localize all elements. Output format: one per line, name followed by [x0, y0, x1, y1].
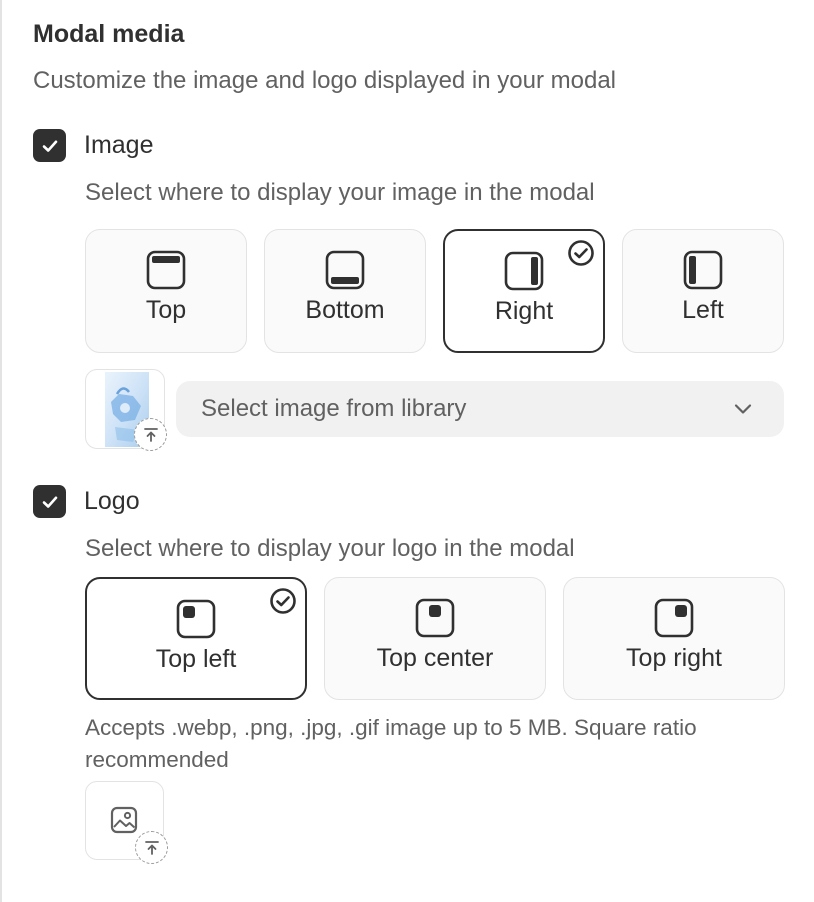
image-position-label: Bottom — [305, 296, 385, 324]
upload-icon[interactable] — [135, 831, 168, 864]
logo-top-right-icon — [654, 598, 694, 638]
logo-upload-dropzone[interactable] — [85, 781, 168, 864]
select-placeholder: Select image from library — [201, 395, 467, 422]
logo-top-center-icon — [415, 598, 455, 638]
layout-left-icon — [683, 250, 723, 290]
image-checkbox[interactable]: Image — [33, 129, 153, 162]
image-placeholder-icon — [110, 806, 138, 834]
selected-check-icon — [568, 240, 594, 266]
logo-position-top-center[interactable]: Top center — [324, 577, 546, 700]
logo-position-label: Top left — [155, 645, 237, 673]
logo-position-top-right[interactable]: Top right — [563, 577, 785, 700]
image-position-label: Right — [494, 297, 554, 325]
layout-top-icon — [146, 250, 186, 290]
image-thumbnail[interactable] — [85, 369, 167, 451]
image-position-label: Top — [145, 296, 187, 324]
upload-icon[interactable] — [134, 418, 167, 451]
logo-checkbox[interactable]: Logo — [33, 485, 140, 518]
checkbox-checked-icon[interactable] — [33, 485, 66, 518]
image-position-left[interactable]: Left — [622, 229, 784, 353]
chevron-down-icon — [734, 404, 752, 414]
logo-position-label: Top right — [626, 644, 722, 672]
image-instructions: Select where to display your image in th… — [85, 179, 595, 206]
image-position-top[interactable]: Top — [85, 229, 247, 353]
logo-top-left-icon — [176, 599, 216, 639]
panel-left-border — [0, 0, 2, 902]
section-description: Customize the image and logo displayed i… — [33, 67, 616, 94]
layout-bottom-icon — [325, 250, 365, 290]
logo-position-top-left[interactable]: Top left — [85, 577, 307, 700]
selected-check-icon — [270, 588, 296, 614]
logo-position-label: Top center — [376, 644, 494, 672]
image-checkbox-label: Image — [84, 131, 154, 159]
section-title: Modal media — [33, 20, 185, 48]
layout-right-icon — [504, 251, 544, 291]
image-position-label: Left — [682, 296, 724, 324]
logo-instructions: Select where to display your logo in the… — [85, 535, 575, 562]
logo-position-options: Top left Top center Top right — [85, 577, 785, 700]
image-position-bottom[interactable]: Bottom — [264, 229, 426, 353]
image-position-options: Top Bottom Right Left — [85, 229, 784, 353]
image-library-select[interactable]: Select image from library — [176, 381, 784, 437]
logo-help-text: Accepts .webp, .png, .jpg, .gif image up… — [85, 715, 697, 772]
logo-checkbox-label: Logo — [84, 487, 140, 515]
image-position-right[interactable]: Right — [443, 229, 605, 353]
checkbox-checked-icon[interactable] — [33, 129, 66, 162]
